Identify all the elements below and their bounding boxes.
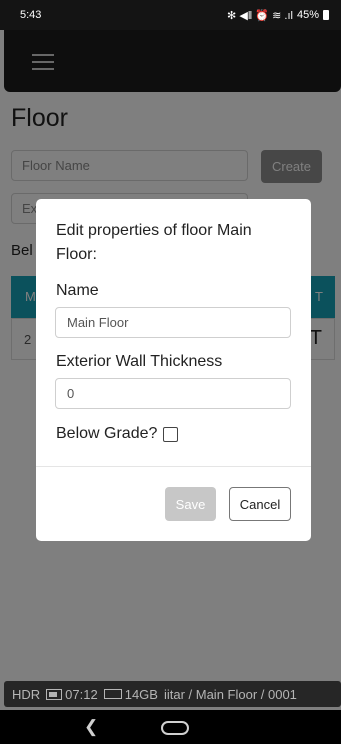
thickness-field[interactable]: 0 [55,378,291,409]
modal-divider [36,466,311,467]
record-time-value: 07:12 [65,686,98,702]
modal-title: Edit properties of floor Main Floor: [56,222,252,263]
signal-icons: ✻ ◀ǁ ⏰ ≋ .ıl [227,9,293,22]
battery-icon [323,10,329,20]
name-label: Name [56,282,99,299]
save-button[interactable]: Save [165,487,216,521]
camera-info-bar: HDR 07:12 14GB iitar / Main Floor / 0001 [4,681,341,707]
status-icons: ✻ ◀ǁ ⏰ ≋ .ıl 45% [227,9,329,22]
android-nav-bar: ❮ [0,710,341,744]
status-time: 5:43 [20,9,42,21]
home-icon[interactable] [161,721,189,735]
name-field[interactable]: Main Floor [55,307,291,338]
thickness-value: 0 [67,386,75,401]
project-path: iitar / Main Floor / 0001 [163,686,297,702]
status-bar: 5:43 ✻ ◀ǁ ⏰ ≋ .ıl 45% [0,0,341,30]
edit-floor-modal: Edit properties of floor Main Floor: Nam… [36,199,311,541]
storage-icon [103,689,122,699]
record-time: 07:12 [46,687,98,702]
storage-value: 14GB [124,686,158,702]
thickness-label: Exterior Wall Thickness [56,353,223,370]
cancel-button[interactable]: Cancel [229,487,291,521]
back-icon[interactable]: ❮ [84,717,98,737]
hdr-indicator: HDR [12,686,41,702]
battery-level: 45% [296,9,319,21]
storage-info: 14GB [103,686,158,702]
recording-icon [46,688,63,700]
name-value: Main Floor [67,315,129,330]
below-grade-checkbox[interactable] [163,427,178,442]
below-grade-field-label: Below Grade? [56,425,158,442]
